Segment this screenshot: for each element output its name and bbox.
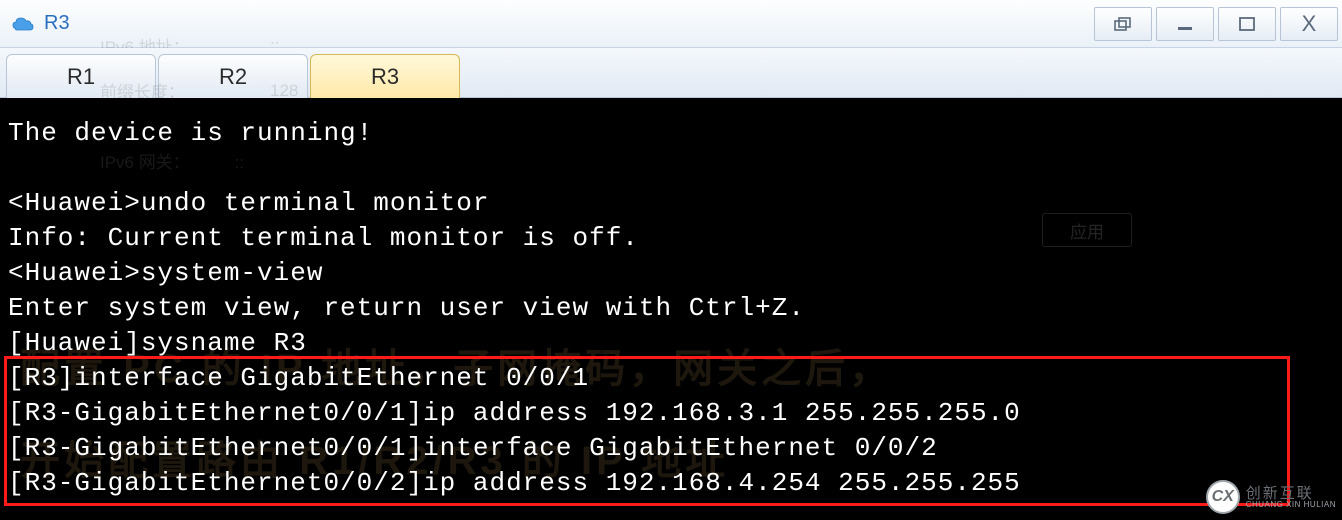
- tab-label: R3: [371, 64, 399, 90]
- title-bar: R3 X: [0, 0, 1342, 48]
- tab-label: R1: [67, 64, 95, 90]
- tab-strip: R1 R2 R3 前缀长度： 128: [0, 48, 1342, 98]
- window-minimize-button[interactable]: [1156, 7, 1214, 41]
- window-maximize-button[interactable]: [1218, 7, 1276, 41]
- window-close-button[interactable]: X: [1280, 7, 1338, 41]
- app-icon: [10, 14, 36, 34]
- watermark: CX 创新互联 CHUANG XIN HULIAN: [1206, 480, 1336, 514]
- window-restore-button[interactable]: [1094, 7, 1152, 41]
- watermark-en: CHUANG XIN HULIAN: [1246, 501, 1336, 509]
- tab-r2[interactable]: R2: [158, 54, 308, 98]
- terminal-area: 配置 PC 的 IP 地址，子网掩码，网关之后， 开始配置路由 R1/R2/R3…: [0, 98, 1342, 520]
- tab-label: R2: [219, 64, 247, 90]
- tab-r3[interactable]: R3: [310, 54, 460, 98]
- terminal-output[interactable]: The device is running! <Huawei>undo term…: [0, 98, 1342, 520]
- watermark-zh: 创新互联: [1246, 486, 1336, 501]
- window-title: R3: [44, 12, 70, 35]
- tab-r1[interactable]: R1: [6, 54, 156, 98]
- watermark-icon: CX: [1206, 480, 1240, 514]
